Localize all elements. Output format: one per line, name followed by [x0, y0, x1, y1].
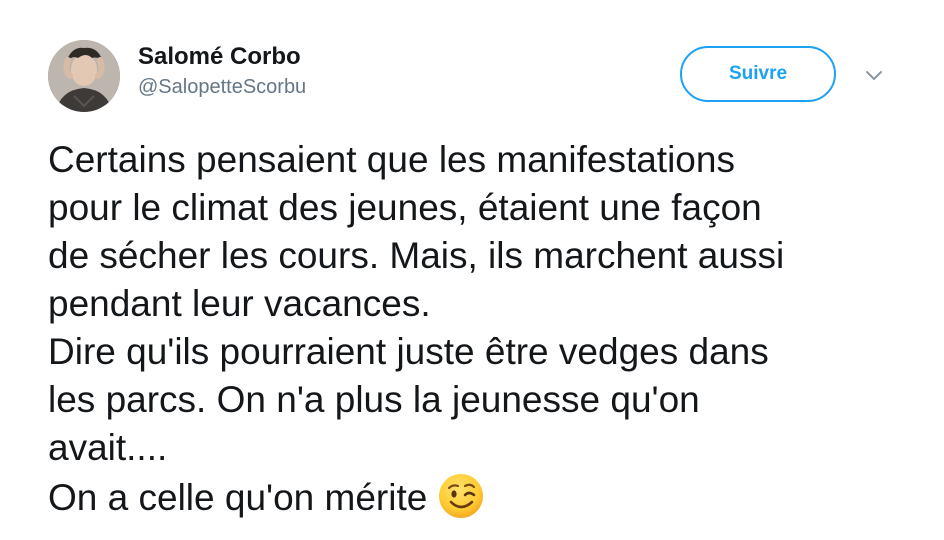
tweet-card: Salomé Corbo @SalopetteScorbu Suivre Cer…: [0, 0, 944, 540]
tweet-line: de sécher les cours. Mais, ils marchent …: [48, 235, 785, 276]
user-names[interactable]: Salomé Corbo @SalopetteScorbu: [138, 42, 306, 100]
tweet-line-text: On a celle qu'on mérite: [48, 477, 428, 518]
tweet-line: pour le climat des jeunes, étaient une f…: [48, 187, 762, 228]
tweet-line: pendant leur vacances.: [48, 283, 431, 324]
tweet-line: Dire qu'ils pourraient juste être vedges…: [48, 331, 769, 372]
tweet-line: Certains pensaient que les manifestation…: [48, 139, 735, 180]
avatar[interactable]: [48, 40, 120, 112]
display-name[interactable]: Salomé Corbo: [138, 42, 306, 72]
tweet-line: les parcs. On n'a plus la jeunesse qu'on: [48, 379, 700, 420]
tweet-text: Certains pensaient que les manifestation…: [48, 136, 918, 532]
user-handle[interactable]: @SalopetteScorbu: [138, 74, 306, 100]
avatar-photo: [48, 40, 120, 112]
tweet-line-last: On a celle qu'on mérite: [48, 472, 918, 532]
tweet-line: avait....: [48, 427, 168, 468]
follow-button[interactable]: Suivre: [680, 46, 836, 102]
chevron-down-icon[interactable]: [862, 64, 886, 88]
winking-face-emoji: [437, 472, 485, 532]
